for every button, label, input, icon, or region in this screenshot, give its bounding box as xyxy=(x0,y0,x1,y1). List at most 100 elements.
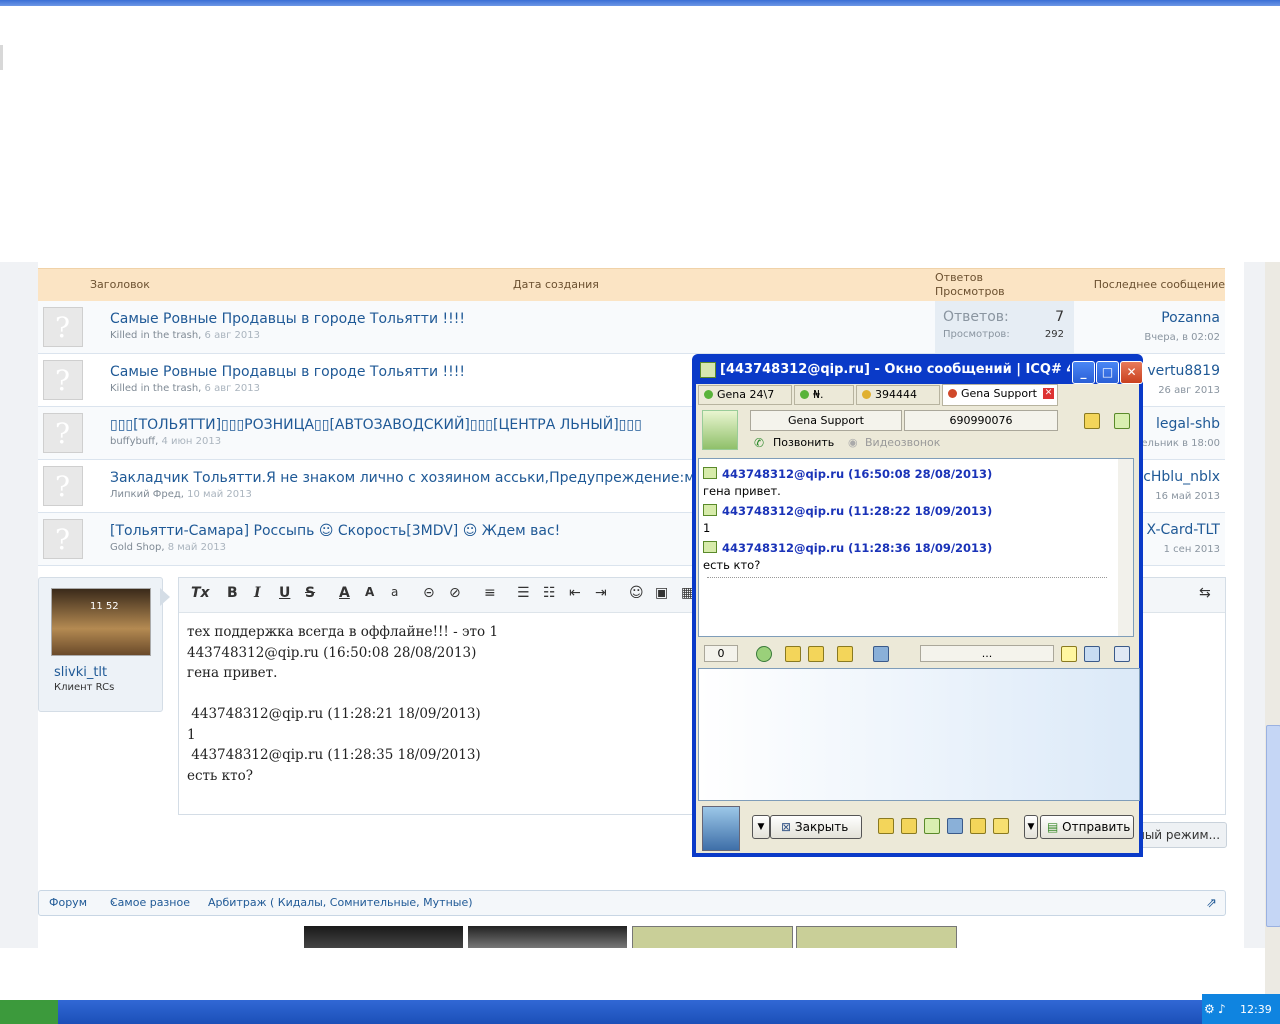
thread-author[interactable]: buffybuff xyxy=(110,436,155,447)
header-last-message[interactable]: Последнее сообщение xyxy=(1094,278,1225,291)
font-family-icon[interactable]: a xyxy=(391,585,398,599)
crumb-forum[interactable]: Форум xyxy=(49,896,87,909)
last-post-user[interactable]: ecHblu_nblx xyxy=(1135,469,1220,485)
translit-icon[interactable] xyxy=(756,646,772,662)
contact-info-icon[interactable] xyxy=(1084,413,1100,429)
call-link[interactable]: Позвонить xyxy=(773,436,834,449)
last-post-user[interactable]: Pozanna xyxy=(1161,310,1220,326)
avatar[interactable] xyxy=(43,519,83,559)
external-link-icon[interactable]: ⇗ xyxy=(1206,896,1217,911)
minimize-button[interactable]: _ xyxy=(1072,361,1095,384)
maximize-button[interactable]: □ xyxy=(1096,361,1119,384)
template-icon[interactable] xyxy=(808,646,824,662)
tab-n[interactable]: ₦. xyxy=(794,385,854,405)
username[interactable]: slivki_tlt xyxy=(54,665,107,680)
tab-gena-support[interactable]: Gena Support ✕ xyxy=(942,384,1058,406)
underline-icon[interactable]: U xyxy=(279,585,290,601)
thread-title[interactable]: [Тольятти-Самара] Россыпь ☺ Скорость[3MD… xyxy=(110,523,560,539)
eraser-icon[interactable] xyxy=(993,818,1009,834)
align-icon[interactable]: ≡ xyxy=(484,585,496,601)
remove-format-icon[interactable]: Tx xyxy=(191,585,210,601)
thread-author[interactable]: Killed in the trash xyxy=(110,383,198,394)
network-icon[interactable]: ⚙ xyxy=(1204,1002,1215,1016)
text-style-icon[interactable] xyxy=(878,818,894,834)
banner-thumb[interactable] xyxy=(304,926,463,948)
my-avatar[interactable] xyxy=(702,806,740,851)
banner-thumb[interactable] xyxy=(632,926,793,950)
thread-title[interactable]: ▯▯▯[ТОЛЬЯТТИ]▯▯▯РОЗНИЦА▯▯[АВТОЗАВОДСКИЙ]… xyxy=(110,417,642,433)
thread-author[interactable]: Липкий Фред xyxy=(110,489,181,500)
smiley-icon[interactable]: ☺ xyxy=(629,585,644,601)
avatar[interactable] xyxy=(43,466,83,506)
emoticons-icon[interactable] xyxy=(901,818,917,834)
quote-icon[interactable] xyxy=(785,646,801,662)
sms-icon[interactable] xyxy=(947,818,963,834)
tab-394444[interactable]: 394444 xyxy=(856,385,940,405)
paste-icon[interactable] xyxy=(970,818,986,834)
close-window-button[interactable]: ✕ xyxy=(1120,361,1143,384)
message-history[interactable]: 443748312@qip.ru (16:50:08 28/08/2013) г… xyxy=(698,458,1134,637)
avatar[interactable] xyxy=(43,360,83,400)
font-size-icon[interactable]: A xyxy=(365,585,374,599)
user-photo[interactable]: 11 52 xyxy=(51,588,151,656)
format-icon[interactable] xyxy=(837,646,853,662)
tab-gena-247[interactable]: Gena 24\7 xyxy=(698,385,792,405)
italic-icon[interactable]: I xyxy=(254,585,261,601)
banner-thumb[interactable] xyxy=(468,926,627,948)
thread-author[interactable]: Gold Shop xyxy=(110,542,161,553)
bullet-list-icon[interactable]: ☰ xyxy=(517,585,530,601)
unlink-icon[interactable]: ⊘ xyxy=(449,585,461,601)
avatar[interactable] xyxy=(43,307,83,347)
text-color-icon[interactable]: A xyxy=(339,585,350,601)
send-file-icon[interactable] xyxy=(873,646,889,662)
crumb-arbitrage[interactable]: Арбитраж ( Кидалы, Сомнительные, Мутные) xyxy=(208,896,473,909)
banner-thumb[interactable] xyxy=(796,926,957,950)
note-icon[interactable] xyxy=(1061,646,1077,662)
thread-title[interactable]: Самые Ровные Продавцы в городе Тольятти … xyxy=(110,311,465,327)
image-icon[interactable]: ▣ xyxy=(655,585,668,601)
indent-icon[interactable]: ⇥ xyxy=(595,585,607,601)
last-post-user[interactable]: vertu8819 xyxy=(1147,363,1220,379)
close-tab-icon[interactable]: ✕ xyxy=(1043,388,1054,399)
volume-icon[interactable]: ♪ xyxy=(1218,1002,1226,1016)
header-date-created[interactable]: Дата создания xyxy=(513,278,599,291)
full-editor-button[interactable]: ный режим... xyxy=(1130,822,1227,848)
clock[interactable]: 12:39 xyxy=(1240,1003,1272,1016)
thread-title[interactable]: Закладчик Тольятти.Я не знаком лично с х… xyxy=(110,470,725,486)
start-button[interactable] xyxy=(0,1000,58,1024)
qip-titlebar[interactable]: [443748312@qip.ru] - Окно сообщений | IC… xyxy=(696,358,1143,384)
history-scrollbar[interactable] xyxy=(1118,459,1133,636)
layout-icon[interactable] xyxy=(1084,646,1100,662)
send-button[interactable]: ▤ Отправить xyxy=(1040,815,1134,839)
last-post-date[interactable]: ельник в 18:00 xyxy=(1141,438,1220,449)
last-post-date[interactable]: 16 май 2013 xyxy=(1155,491,1220,502)
last-post-user[interactable]: X-Card-TLT xyxy=(1147,522,1220,538)
page-scrollbar-thumb[interactable] xyxy=(1266,725,1280,927)
last-post-date[interactable]: 26 авг 2013 xyxy=(1158,385,1220,396)
phone-icon[interactable]: ✆ xyxy=(754,436,764,450)
crumb-misc[interactable]: Самое разное xyxy=(110,896,190,909)
thread-title[interactable]: Самые Ровные Продавцы в городе Тольятти … xyxy=(110,364,465,380)
status-dropdown[interactable]: ▼ xyxy=(752,815,770,839)
last-post-user[interactable]: legal-shb xyxy=(1156,416,1220,432)
close-panel-icon[interactable] xyxy=(1114,646,1130,662)
last-post-date[interactable]: 1 сен 2013 xyxy=(1164,544,1220,555)
bold-icon[interactable]: B xyxy=(227,585,238,601)
link-icon[interactable]: ⊝ xyxy=(423,585,435,601)
header-title[interactable]: Заголовок xyxy=(90,278,150,291)
header-replies[interactable]: Ответов xyxy=(935,271,983,284)
strikethrough-icon[interactable]: S xyxy=(305,585,315,601)
outdent-icon[interactable]: ⇤ xyxy=(569,585,581,601)
editor-content[interactable]: тех поддержка всегда в оффлайне!!! - это… xyxy=(187,622,498,786)
contacts-icon[interactable] xyxy=(924,818,940,834)
contact-avatar[interactable] xyxy=(702,410,738,450)
thread-author[interactable]: Killed in the trash xyxy=(110,330,198,341)
history-folder-icon[interactable] xyxy=(1114,413,1130,429)
header-views[interactable]: Просмотров xyxy=(935,285,1005,298)
close-dialog-button[interactable]: ⊠ Закрыть xyxy=(770,815,862,839)
numbered-list-icon[interactable]: ☷ xyxy=(543,585,556,601)
message-input[interactable] xyxy=(698,668,1140,801)
switch-mode-icon[interactable]: ⇆ xyxy=(1199,585,1211,601)
last-post-date[interactable]: Вчера, в 02:02 xyxy=(1144,332,1220,343)
avatar[interactable] xyxy=(43,413,83,453)
